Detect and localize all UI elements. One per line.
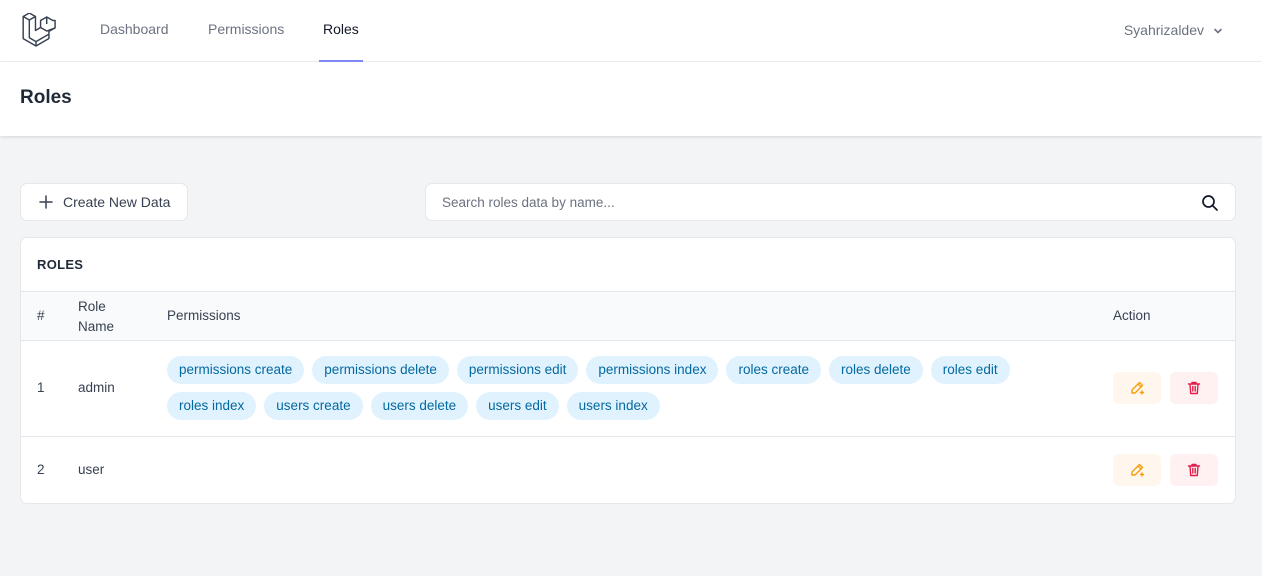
page-header: Roles: [0, 62, 1262, 136]
permission-badge: roles edit: [930, 356, 1010, 384]
edit-button[interactable]: [1113, 454, 1161, 486]
permission-badge: permissions create: [167, 356, 305, 384]
header-role-name-line2: Name: [78, 319, 115, 334]
edit-button[interactable]: [1113, 372, 1161, 404]
permission-badges: permissions create permissions delete pe…: [167, 356, 1067, 420]
table-row: 2 user: [21, 437, 1235, 503]
role-name: admin: [78, 380, 115, 395]
table-row: 1 admin permissions create permissions d…: [21, 341, 1235, 437]
permission-badge: roles index: [167, 392, 257, 420]
create-new-data-button[interactable]: Create New Data: [20, 183, 188, 221]
role-name: user: [78, 462, 105, 477]
nav-link-roles[interactable]: Roles: [319, 0, 363, 62]
row-index: 2: [37, 462, 45, 477]
nav-link-dashboard[interactable]: Dashboard: [100, 0, 169, 62]
user-name: Syahrizaldev: [1123, 22, 1204, 38]
table-title: ROLES: [37, 257, 84, 272]
permission-badge: users create: [264, 392, 363, 420]
header-role-name: Role Name: [78, 297, 114, 337]
permission-badge: roles delete: [829, 356, 923, 384]
trash-icon: [1187, 381, 1201, 395]
permission-badge: permissions edit: [456, 356, 579, 384]
create-button-label: Create New Data: [63, 194, 171, 210]
search-input[interactable]: [426, 184, 1186, 220]
plus-icon: [39, 195, 53, 209]
permission-badge: users delete: [370, 392, 469, 420]
delete-button[interactable]: [1170, 454, 1218, 486]
permission-badge: users index: [566, 392, 660, 420]
header-role-name-line1: Role: [78, 299, 106, 314]
top-navbar: Dashboard Permissions Roles Syahrizaldev: [0, 0, 1262, 62]
app-logo-icon[interactable]: [22, 13, 56, 47]
user-menu-dropdown[interactable]: Syahrizaldev: [1124, 0, 1224, 60]
chevron-down-icon: [1214, 28, 1222, 33]
pencil-edit-icon: [1131, 463, 1145, 477]
permission-badge: permissions index: [586, 356, 719, 384]
roles-table-card: ROLES # Role Name Permissions Action 1 a…: [20, 237, 1236, 504]
table-header: # Role Name Permissions Action: [21, 291, 1235, 341]
row-index: 1: [37, 380, 45, 395]
search-icon[interactable]: [1201, 194, 1219, 212]
permission-badge: users edit: [476, 392, 559, 420]
page-title: Roles: [20, 87, 72, 108]
permission-badge: permissions delete: [312, 356, 449, 384]
header-index: #: [37, 308, 45, 323]
pencil-edit-icon: [1131, 381, 1145, 395]
nav-link-roles-label: Roles: [323, 21, 359, 37]
header-permissions: Permissions: [167, 308, 241, 323]
search-container: [425, 183, 1236, 221]
delete-button[interactable]: [1170, 372, 1218, 404]
permission-badge: roles create: [726, 356, 821, 384]
trash-icon: [1187, 463, 1201, 477]
nav-link-permissions[interactable]: Permissions: [208, 0, 284, 62]
header-action: Action: [1113, 308, 1151, 323]
